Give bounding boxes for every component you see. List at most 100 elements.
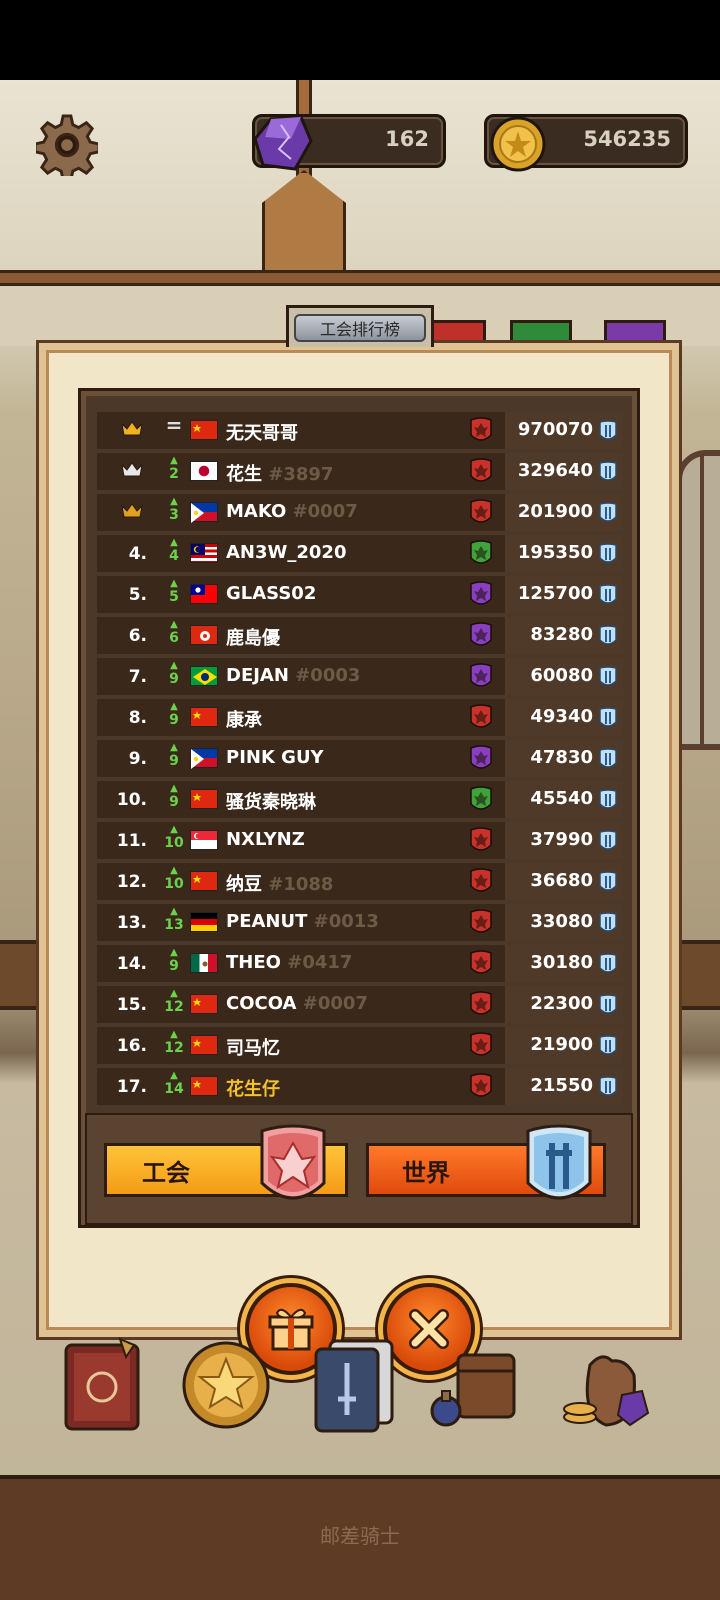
player-tag: #0003 — [295, 665, 361, 686]
book-icon[interactable] — [60, 1335, 152, 1435]
rank-change: ▲ 12 — [161, 1029, 187, 1055]
score-shield-icon — [599, 502, 617, 522]
gem-icon — [253, 115, 313, 171]
flag-cn-icon — [190, 871, 218, 891]
score-shield-icon — [599, 871, 617, 891]
guild-emblem-red-icon — [470, 950, 492, 974]
rank-change: ▲ 13 — [161, 906, 187, 932]
guild-emblem-purple-icon — [470, 581, 492, 605]
rank-change-value: 9 — [169, 712, 179, 728]
leaderboard-row[interactable]: 5. ▲ 5 GLASS02 125700 — [97, 576, 623, 613]
score-shield-icon — [599, 584, 617, 604]
guild-score: 83280 — [530, 624, 593, 645]
gem-counter[interactable]: 162 — [252, 114, 446, 171]
leaderboard-row[interactable]: 15. ▲ 12 COCOA #0007 22300 — [97, 986, 623, 1023]
player-name: DEJAN #0003 — [226, 665, 360, 686]
flag-jp-icon — [190, 461, 218, 481]
leaderboard-row[interactable]: 9. ▲ 9 PINK GUY 47830 — [97, 740, 623, 777]
gear-icon[interactable] — [36, 114, 98, 176]
guild-score: 201900 — [517, 501, 593, 522]
leaderboard-row[interactable]: = 无天哥哥 970070 — [97, 412, 623, 449]
player-tag: #3897 — [268, 464, 334, 485]
rank-number: 16. — [116, 1035, 147, 1056]
player-name: 鹿島優 — [226, 624, 280, 650]
guild-score: 60080 — [530, 665, 593, 686]
rank-change: ▲ 12 — [161, 988, 187, 1014]
guild-emblem-purple-icon — [470, 745, 492, 769]
leaderboard-row[interactable]: 10. ▲ 9 骚货秦晓琳 45540 — [97, 781, 623, 818]
rank-change: ▲ 3 — [161, 496, 187, 522]
score-shield-icon — [599, 543, 617, 563]
leaderboard-row[interactable]: 6. ▲ 6 鹿島優 83280 — [97, 617, 623, 654]
guild-emblem-red-icon — [470, 1073, 492, 1097]
medal-icon[interactable] — [180, 1335, 272, 1435]
crown-icon — [97, 461, 153, 482]
crown-icon — [97, 420, 153, 441]
leaderboard-row[interactable]: 13. ▲ 13 PEANUT #0013 33080 — [97, 904, 623, 941]
player-tag: #0007 — [302, 993, 368, 1014]
loot-icon[interactable] — [560, 1335, 652, 1435]
guild-score: 125700 — [517, 583, 593, 604]
leaderboard-row[interactable]: 17. ▲ 14 花生仔 21550 — [97, 1068, 623, 1105]
guild-score: 36680 — [530, 870, 593, 891]
category-tab-green[interactable] — [510, 320, 572, 342]
player-name: 纳豆 #1088 — [226, 870, 333, 896]
leaderboard-row[interactable]: 11. ▲ 10 NXLYNZ 37990 — [97, 822, 623, 859]
category-tab-purple[interactable] — [604, 320, 666, 342]
leaderboard-list[interactable]: = 无天哥哥 970070 ▲ 2 花生 #3897 329640 ▲ 3 MAKO #0007 2… — [97, 412, 623, 1106]
bag-icon[interactable] — [430, 1335, 522, 1435]
flag-cn-icon — [190, 1076, 218, 1096]
guild-tab-label: 工会 — [142, 1158, 190, 1187]
rank-change: ▲ 6 — [161, 619, 187, 645]
guild-emblem-red-icon — [470, 417, 492, 441]
flag-sg-icon — [190, 830, 218, 850]
gift-icon — [268, 1308, 314, 1351]
leaderboard-row[interactable]: 16. ▲ 12 司马忆 21900 — [97, 1027, 623, 1064]
leaderboard-row[interactable]: ▲ 2 花生 #3897 329640 — [97, 453, 623, 490]
player-name: AN3W_2020 — [226, 542, 346, 563]
rank-number: 13. — [116, 912, 147, 933]
leaderboard-row[interactable]: 12. ▲ 10 纳豆 #1088 36680 — [97, 863, 623, 900]
rank-number: 17. — [116, 1076, 147, 1097]
leaderboard-row[interactable]: 14. ▲ 9 THEO #0417 30180 — [97, 945, 623, 982]
guild-score: 21900 — [530, 1034, 593, 1055]
rank-change-value: 12 — [164, 1040, 184, 1056]
leaderboard-row[interactable]: 8. ▲ 9 康承 49340 — [97, 699, 623, 736]
guild-emblem-red-icon — [470, 991, 492, 1015]
guild-emblem-red-icon — [470, 499, 492, 523]
player-name-text: COCOA — [226, 993, 297, 1014]
flag-cn-icon — [190, 1035, 218, 1055]
rank-number: 15. — [116, 994, 147, 1015]
leaderboard-row[interactable]: 7. ▲ 9 DEJAN #0003 60080 — [97, 658, 623, 695]
flag-ph-icon — [190, 748, 218, 769]
rank-change-value: 14 — [164, 1081, 184, 1097]
rank-change: ▲ 14 — [161, 1070, 187, 1096]
guild-score: 49340 — [530, 706, 593, 727]
rank-change: ▲ 9 — [161, 947, 187, 973]
leaderboard-row[interactable]: ▲ 3 MAKO #0007 201900 — [97, 494, 623, 531]
player-tag: #0013 — [313, 911, 379, 932]
player-tag: #0417 — [287, 952, 353, 973]
player-name-text: 司马忆 — [226, 1038, 280, 1059]
guild-emblem-red-icon — [470, 1032, 492, 1056]
guild-score: 22300 — [530, 993, 593, 1014]
player-name-text: DEJAN — [226, 665, 289, 686]
panel-title: 工会排行榜 — [294, 313, 426, 342]
player-name: THEO #0417 — [226, 952, 352, 973]
coin-counter[interactable]: 546235 — [484, 114, 688, 172]
flag-cn-icon — [190, 994, 218, 1014]
rank-change: ▲ 2 — [161, 455, 187, 481]
guild-score: 970070 — [517, 419, 593, 440]
rank-change-value: 5 — [169, 589, 179, 605]
cards-icon[interactable] — [310, 1335, 402, 1435]
guild-score: 329640 — [517, 460, 593, 481]
player-name: GLASS02 — [226, 583, 316, 604]
player-name-text: PINK GUY — [226, 747, 324, 768]
flag-cn-icon — [190, 420, 218, 440]
rank-change: ▲ 10 — [161, 865, 187, 891]
leaderboard-row[interactable]: 4. ▲ 4 AN3W_2020 195350 — [97, 535, 623, 572]
crown-icon — [97, 502, 153, 523]
guild-emblem-red-icon — [470, 704, 492, 728]
flag-my-icon — [190, 543, 218, 563]
player-name: COCOA #0007 — [226, 993, 368, 1014]
